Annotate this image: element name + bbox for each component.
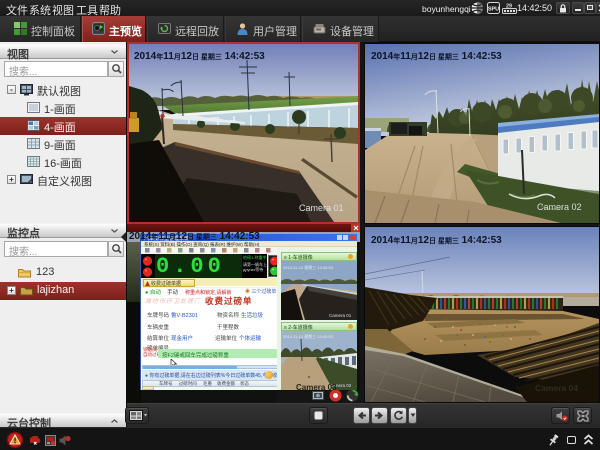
svg-text:SPU: SPU (488, 7, 499, 13)
svg-text:Camera 02: Camera 02 (537, 202, 582, 212)
svg-text:Camera 01: Camera 01 (329, 313, 352, 318)
svg-text:Camera 04: Camera 04 (535, 383, 578, 393)
svg-text:2014-11-12 星期三 14:42:53: 2014-11-12 星期三 14:42:53 (283, 264, 334, 270)
svg-text:Camera 01: Camera 01 (299, 203, 344, 213)
svg-text:2014-11-12 星期三 14:42:53: 2014-11-12 星期三 14:42:53 (283, 333, 334, 339)
